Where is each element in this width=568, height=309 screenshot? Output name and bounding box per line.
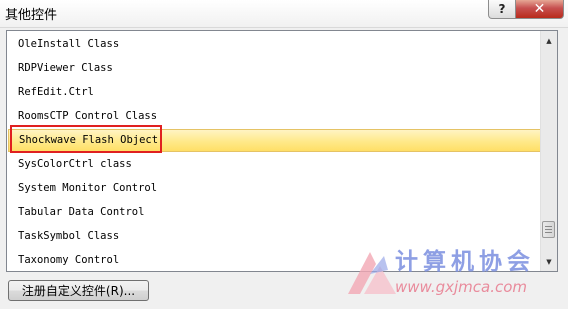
list-item[interactable]: TaskSymbol Class [8,225,541,248]
up-arrow-icon[interactable]: ▲ [541,32,557,49]
close-icon: ✕ [533,1,546,17]
list-item[interactable]: RDPViewer Class [8,57,541,80]
grip-icon [545,226,552,233]
help-icon: ? [498,2,506,16]
list-item[interactable]: SysColorCtrl class [8,153,541,176]
list-item-selected[interactable]: Shockwave Flash Object [8,129,541,152]
register-custom-control-button[interactable]: 注册自定义控件(R)... [8,280,149,301]
title-bar: 其他控件 ? ✕ [0,0,568,28]
list-item[interactable]: Tabular Data Control [8,201,541,224]
window-title: 其他控件 [5,8,58,23]
down-arrow-icon[interactable]: ▼ [541,253,557,270]
controls-listbox[interactable]: OleInstall Class RDPViewer Class RefEdit… [6,30,558,272]
list-item[interactable]: Taxonomy Control [8,249,541,271]
watermark-url: www.gxjmca.com [395,278,528,296]
list-item[interactable]: RefEdit.Ctrl [8,81,541,104]
scrollbar-thumb[interactable] [542,221,555,238]
help-button[interactable]: ? [488,0,516,19]
list-item[interactable]: System Monitor Control [8,177,541,200]
list-item[interactable]: OleInstall Class [8,33,541,56]
vertical-scrollbar[interactable]: ▲ ▼ [540,31,557,271]
close-button[interactable]: ✕ [515,0,564,19]
list-item[interactable]: RoomsCTP Control Class [8,105,541,128]
